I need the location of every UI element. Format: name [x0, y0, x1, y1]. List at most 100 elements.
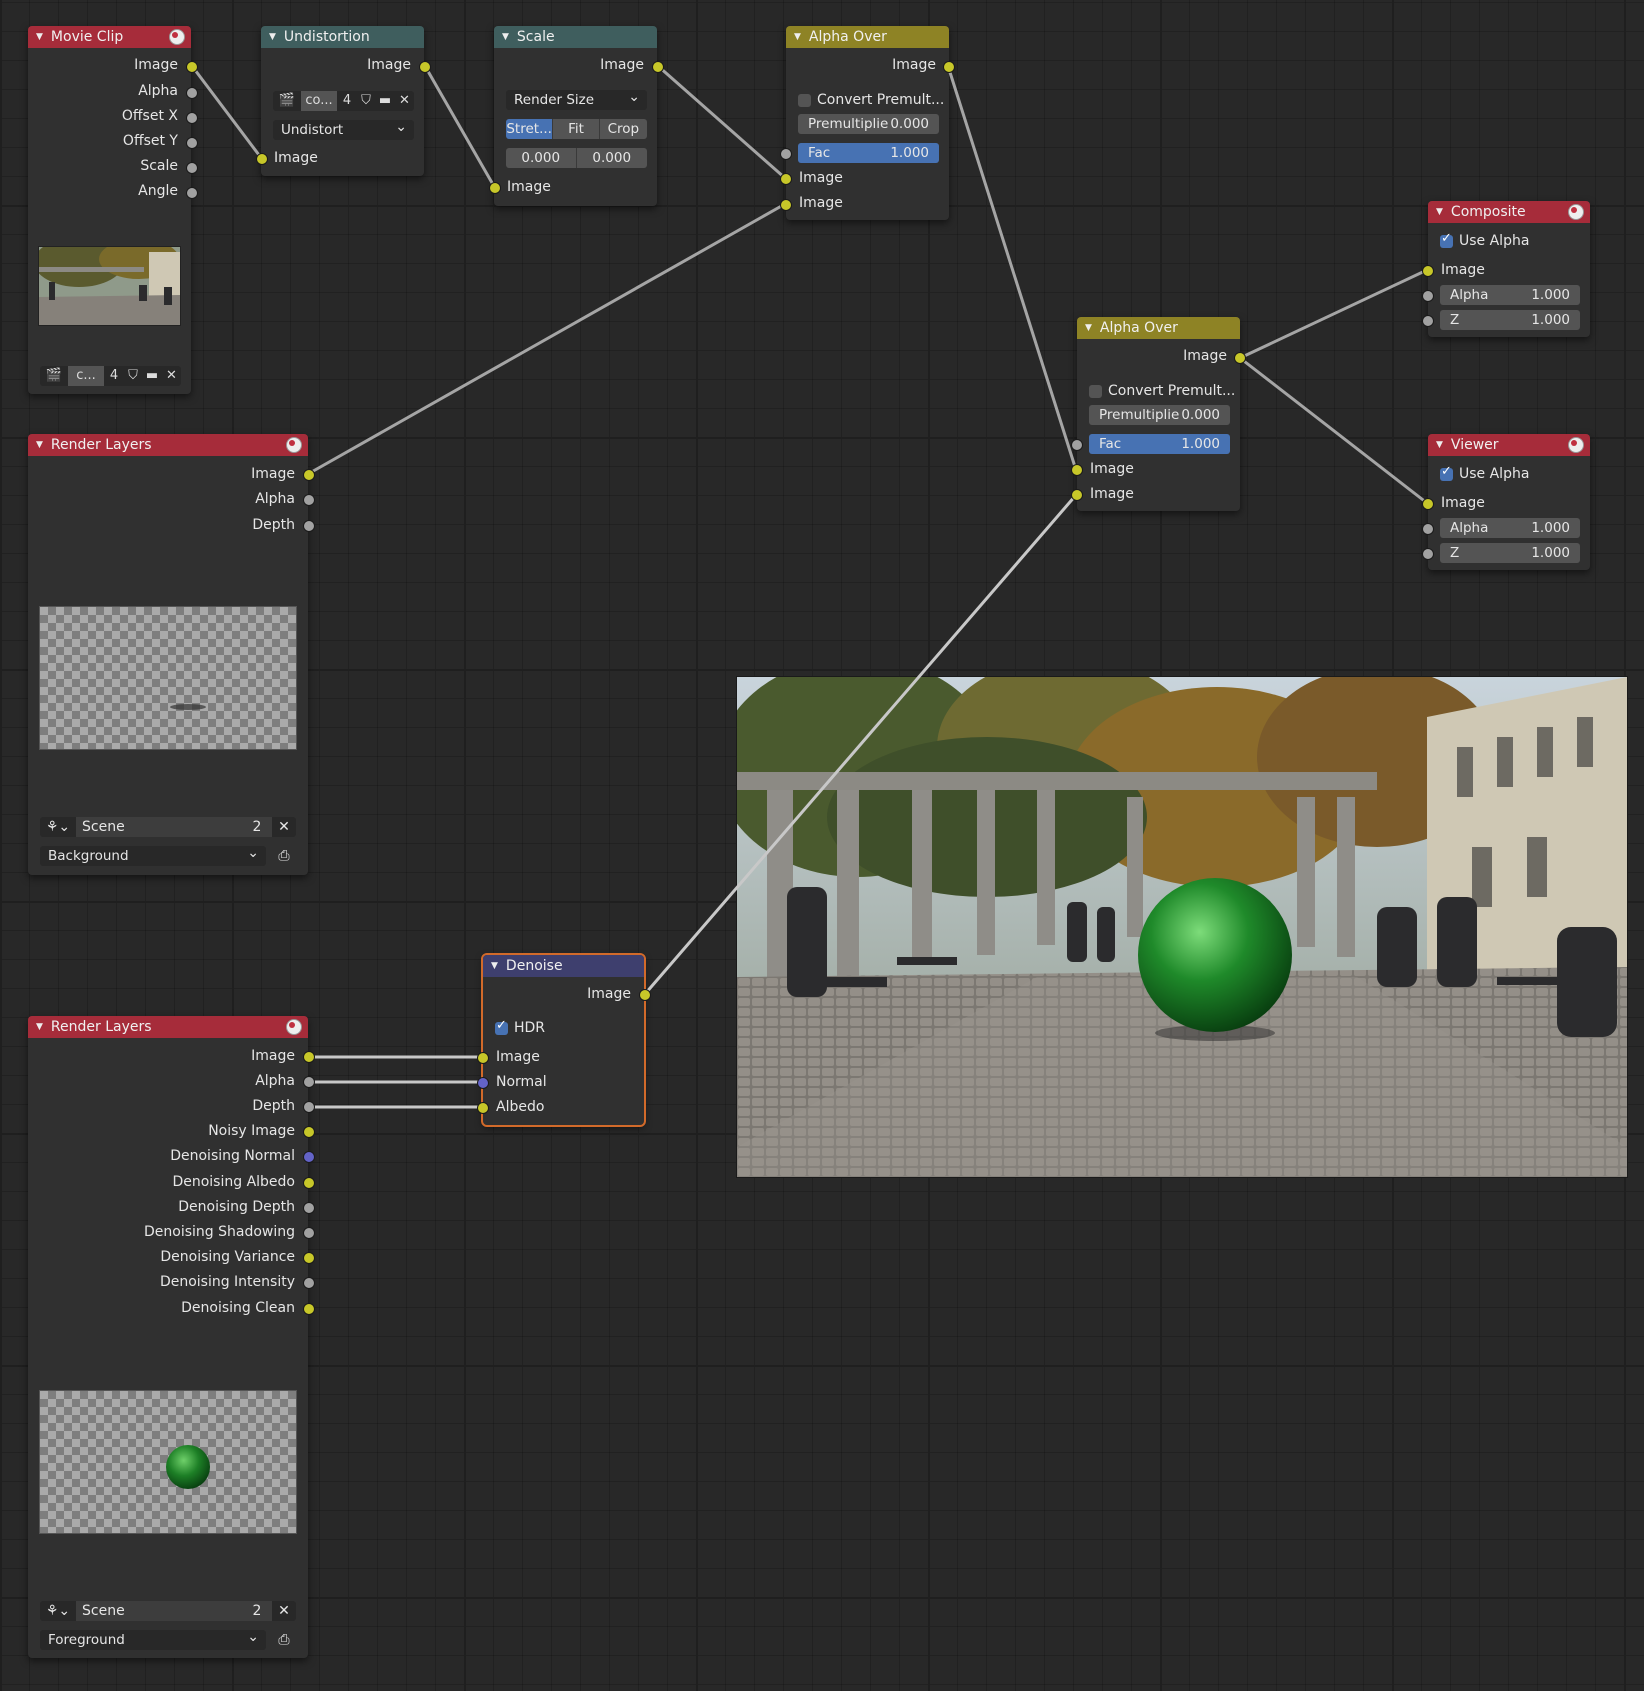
collapse-arrow-icon[interactable]: ▼ [36, 1022, 43, 1032]
alpha-over-1-fac-socket[interactable] [780, 148, 792, 160]
denoise-output-socket[interactable] [639, 989, 651, 1001]
scale-node[interactable]: ▼ Scale Image Render Size Stret... Fit C… [494, 26, 657, 206]
node-header[interactable]: ▼ Denoise [483, 955, 644, 977]
render-bg-alpha-socket[interactable] [303, 494, 315, 506]
render-layers-foreground-node[interactable]: ▼ Render Layers Image Alpha Depth Noisy … [28, 1016, 308, 1658]
composite-image-socket[interactable] [1422, 265, 1434, 277]
render-fg-denoising-clean-socket[interactable] [303, 1303, 315, 1315]
frame-mode-selector[interactable]: Stret... Fit Crop [506, 119, 647, 139]
movie-clip-offset-x-socket[interactable] [186, 112, 198, 124]
node-header[interactable]: ▼ Composite [1428, 201, 1590, 223]
render-fg-denoising-intensity-socket[interactable] [303, 1277, 315, 1289]
offset-x-field[interactable]: 0.000 [506, 148, 577, 168]
node-header[interactable]: ▼ Movie Clip [28, 26, 191, 48]
view-layer-dropdown[interactable]: Foreground [40, 1627, 266, 1650]
use-alpha-checkbox[interactable] [1440, 464, 1453, 481]
viewer-image-socket[interactable] [1422, 498, 1434, 510]
denoise-node[interactable]: ▼ Denoise Image HDR Image Normal Albedo [481, 953, 646, 1127]
scene-selector[interactable]: ⚘⌄ Scene 2 ✕ [40, 1601, 296, 1621]
render-fg-denoising-shadowing-socket[interactable] [303, 1227, 315, 1239]
frame-mode-crop[interactable]: Crop [599, 119, 647, 139]
use-alpha-checkbox[interactable] [1440, 231, 1453, 248]
node-header[interactable]: ▼ Viewer [1428, 434, 1590, 456]
offset-fields[interactable]: 0.000 0.000 [506, 148, 647, 168]
alpha-over-1-output-socket[interactable] [943, 61, 955, 73]
render-fg-noisy-image-socket[interactable] [303, 1126, 315, 1138]
premultiply-field[interactable]: Premultiplie 0.000 [798, 114, 939, 134]
unlink-close-icon[interactable]: ✕ [272, 817, 296, 837]
collapse-arrow-icon[interactable]: ▼ [491, 961, 498, 971]
alpha-over-2-image2-socket[interactable] [1071, 489, 1083, 501]
frame-mode-fit[interactable]: Fit [553, 119, 600, 139]
movie-clip-scale-socket[interactable] [186, 162, 198, 174]
movie-clip-image-socket[interactable] [186, 61, 198, 73]
fake-user-shield-icon[interactable]: ⛉ [357, 91, 375, 111]
clip-users-count[interactable]: 4 [337, 91, 357, 111]
fac-slider[interactable]: Fac 1.000 [1089, 434, 1230, 454]
viewer-z-socket[interactable] [1422, 548, 1434, 560]
scene-users-count[interactable]: 2 [242, 1601, 272, 1621]
view-layer-dropdown[interactable]: Background [40, 843, 266, 866]
scene-name[interactable]: Scene [76, 817, 242, 837]
open-folder-icon[interactable]: ▬ [375, 91, 395, 111]
clip-datablock-selector[interactable]: 🎬 c... 4 ⛉ ▬ ✕ [40, 366, 181, 386]
offset-y-field[interactable]: 0.000 [576, 148, 647, 168]
movie-clip-icon[interactable]: 🎬 [40, 366, 68, 386]
denoise-albedo-socket[interactable] [477, 1102, 489, 1114]
composite-z-socket[interactable] [1422, 315, 1434, 327]
movie-clip-node[interactable]: ▼ Movie Clip Image Alpha Offset X Offset… [28, 26, 191, 394]
collapse-arrow-icon[interactable]: ▼ [794, 32, 801, 42]
unlink-close-icon[interactable]: ✕ [395, 91, 414, 111]
scene-icon[interactable]: ⚘⌄ [40, 1601, 76, 1621]
render-fg-image-socket[interactable] [303, 1051, 315, 1063]
undistortion-output-socket[interactable] [419, 61, 431, 73]
convert-premult-checkbox[interactable] [798, 94, 811, 107]
render-fg-denoising-albedo-socket[interactable] [303, 1177, 315, 1189]
node-header[interactable]: ▼ Render Layers [28, 434, 308, 456]
collapse-arrow-icon[interactable]: ▼ [36, 32, 43, 42]
movie-clip-icon[interactable]: 🎬 [273, 91, 301, 111]
convert-premult-checkbox[interactable] [1089, 385, 1102, 398]
node-header[interactable]: ▼ Scale [494, 26, 657, 48]
viewer-alpha-socket[interactable] [1422, 523, 1434, 535]
scale-space-dropdown[interactable]: Render Size [506, 87, 647, 110]
composite-node[interactable]: ▼ Composite Use Alpha Image Alpha 1.000 … [1428, 201, 1590, 337]
open-folder-icon[interactable]: ▬ [142, 366, 162, 386]
clip-name[interactable]: co... [301, 91, 337, 111]
frame-mode-stretch[interactable]: Stret... [506, 119, 554, 139]
render-fg-denoising-normal-socket[interactable] [303, 1151, 315, 1163]
alpha-over-node-1[interactable]: ▼ Alpha Over Image Convert Premult... Pr… [786, 26, 949, 220]
render-bg-depth-socket[interactable] [303, 520, 315, 532]
alpha-over-2-fac-socket[interactable] [1071, 439, 1083, 451]
viewer-node[interactable]: ▼ Viewer Use Alpha Image Alpha 1.000 Z 1… [1428, 434, 1590, 570]
z-field[interactable]: Z 1.000 [1440, 543, 1580, 563]
alpha-field[interactable]: Alpha 1.000 [1440, 285, 1580, 305]
denoise-image-socket[interactable] [477, 1052, 489, 1064]
render-bg-image-socket[interactable] [303, 469, 315, 481]
collapse-arrow-icon[interactable]: ▼ [36, 440, 43, 450]
hdr-checkbox[interactable] [495, 1018, 508, 1035]
collapse-arrow-icon[interactable]: ▼ [1436, 440, 1443, 450]
clip-name[interactable]: c... [68, 366, 104, 386]
fac-slider[interactable]: Fac 1.000 [798, 143, 939, 163]
premultiply-field[interactable]: Premultiplie 0.000 [1089, 405, 1230, 425]
render-fg-denoising-variance-socket[interactable] [303, 1252, 315, 1264]
alpha-over-2-output-socket[interactable] [1234, 352, 1246, 364]
alpha-field[interactable]: Alpha 1.000 [1440, 518, 1580, 538]
collapse-arrow-icon[interactable]: ▼ [502, 32, 509, 42]
undistortion-input-socket[interactable] [256, 153, 268, 165]
render-layer-icon[interactable]: ⎙ [274, 846, 294, 866]
fake-user-shield-icon[interactable]: ⛉ [124, 366, 142, 386]
unlink-close-icon[interactable]: ✕ [272, 1601, 296, 1621]
movie-clip-alpha-socket[interactable] [186, 87, 198, 99]
collapse-arrow-icon[interactable]: ▼ [1085, 323, 1092, 333]
scale-input-socket[interactable] [489, 182, 501, 194]
collapse-arrow-icon[interactable]: ▼ [1436, 207, 1443, 217]
denoise-normal-socket[interactable] [477, 1077, 489, 1089]
render-fg-alpha-socket[interactable] [303, 1076, 315, 1088]
scene-name[interactable]: Scene [76, 1601, 242, 1621]
movie-clip-offset-y-socket[interactable] [186, 137, 198, 149]
scene-users-count[interactable]: 2 [242, 817, 272, 837]
clip-datablock-selector[interactable]: 🎬 co... 4 ⛉ ▬ ✕ [273, 91, 414, 111]
render-layer-icon[interactable]: ⎙ [274, 1630, 294, 1650]
